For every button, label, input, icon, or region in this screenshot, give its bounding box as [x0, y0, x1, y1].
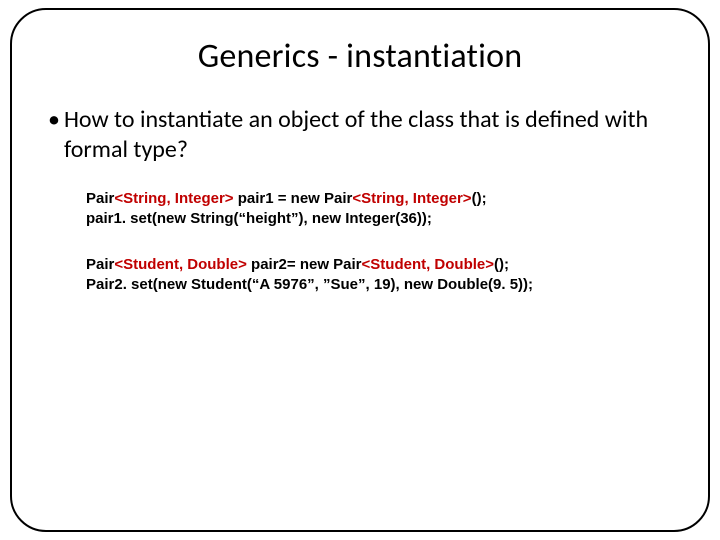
- code-line: Pair<Student, Double> pair2= new Pair<St…: [86, 255, 678, 275]
- code-generic-param: <Student, Double>: [114, 256, 247, 273]
- code-text: Pair: [86, 190, 114, 207]
- code-generic-param: <String, Integer>: [114, 190, 233, 207]
- code-block-2: Pair<Student, Double> pair2= new Pair<St…: [86, 255, 678, 295]
- code-line: Pair2. set(new Student(“A 5976”, ”Sue”, …: [86, 275, 678, 295]
- slide-frame: Generics - instantiation • How to instan…: [10, 8, 710, 532]
- bullet-text: How to instantiate an object of the clas…: [64, 105, 672, 165]
- bullet-item: • How to instantiate an object of the cl…: [42, 105, 678, 165]
- code-generic-param: <Student, Double>: [362, 256, 495, 273]
- code-text: ();: [472, 190, 487, 207]
- code-text: ();: [494, 256, 509, 273]
- code-generic-param: <String, Integer>: [352, 190, 471, 207]
- code-text: pair2= new Pair: [247, 256, 362, 273]
- code-text: Pair: [86, 256, 114, 273]
- code-line: Pair<String, Integer> pair1 = new Pair<S…: [86, 189, 678, 209]
- slide-title: Generics - instantiation: [42, 36, 678, 77]
- bullet-dot: •: [48, 105, 60, 135]
- code-text: pair1 = new Pair: [234, 190, 353, 207]
- code-line: pair1. set(new String(“height”), new Int…: [86, 209, 678, 229]
- code-block-1: Pair<String, Integer> pair1 = new Pair<S…: [86, 189, 678, 229]
